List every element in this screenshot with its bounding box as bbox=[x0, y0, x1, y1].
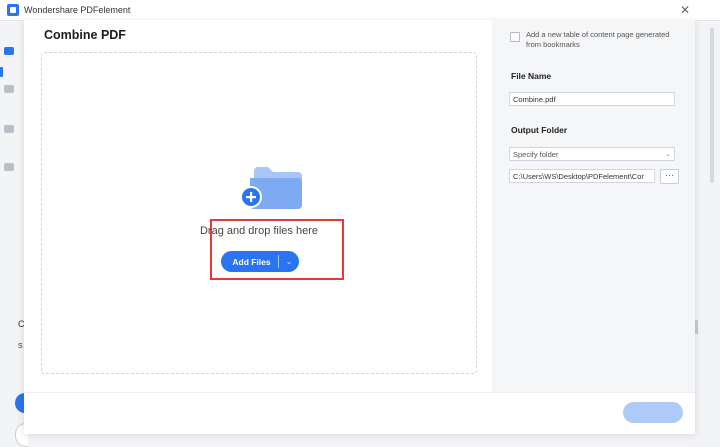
chevron-down-icon: ⌄ bbox=[665, 151, 671, 158]
left-rail: C S bbox=[0, 21, 28, 447]
toc-checkbox[interactable] bbox=[510, 32, 520, 42]
folder-plus-icon bbox=[240, 167, 302, 209]
home-icon[interactable] bbox=[4, 47, 14, 55]
file-name-input[interactable]: Combine.pdf bbox=[509, 92, 675, 106]
toc-option[interactable]: Add a new table of content page generate… bbox=[510, 30, 682, 50]
output-folder-selected: Specify folder bbox=[513, 150, 559, 159]
close-icon[interactable]: ✕ bbox=[680, 3, 690, 17]
combine-pdf-dialog: Combine PDF Drag and drop files here Add… bbox=[24, 20, 695, 434]
combine-button[interactable] bbox=[623, 402, 683, 423]
toc-checkbox-label: Add a new table of content page generate… bbox=[526, 30, 670, 49]
output-folder-label: Output Folder bbox=[511, 125, 568, 135]
app-title: Wondershare PDFelement bbox=[24, 5, 131, 15]
output-folder-select[interactable]: Specify folder ⌄ bbox=[509, 147, 675, 161]
output-path-input[interactable]: C:\Users\WS\Desktop\PDFelement\Cor bbox=[509, 169, 655, 183]
folder-icon[interactable] bbox=[4, 125, 14, 133]
chevron-down-icon[interactable]: ⌄ bbox=[279, 257, 299, 266]
file-name-label: File Name bbox=[511, 71, 552, 81]
app-titlebar: Wondershare PDFelement ✕ bbox=[0, 0, 720, 21]
browse-folder-button[interactable]: ··· bbox=[660, 169, 679, 184]
file-drop-zone[interactable]: Drag and drop files here Add Files ⌄ bbox=[41, 52, 477, 374]
rail-text-fragment: S bbox=[18, 343, 23, 350]
settings-panel: Add a new table of content page generate… bbox=[492, 20, 695, 392]
tools-icon[interactable] bbox=[4, 85, 14, 93]
pdfelement-logo-icon bbox=[7, 4, 19, 16]
background-scrollbar[interactable] bbox=[710, 28, 714, 183]
dialog-title: Combine PDF bbox=[44, 28, 126, 42]
add-files-button[interactable]: Add Files ⌄ bbox=[221, 251, 299, 272]
rail-active-indicator bbox=[0, 67, 3, 77]
cloud-icon[interactable] bbox=[4, 163, 14, 171]
drop-instruction: Drag and drop files here bbox=[199, 225, 318, 237]
add-files-label: Add Files bbox=[232, 256, 271, 267]
dialog-footer bbox=[24, 392, 695, 434]
background-divider bbox=[695, 320, 698, 334]
